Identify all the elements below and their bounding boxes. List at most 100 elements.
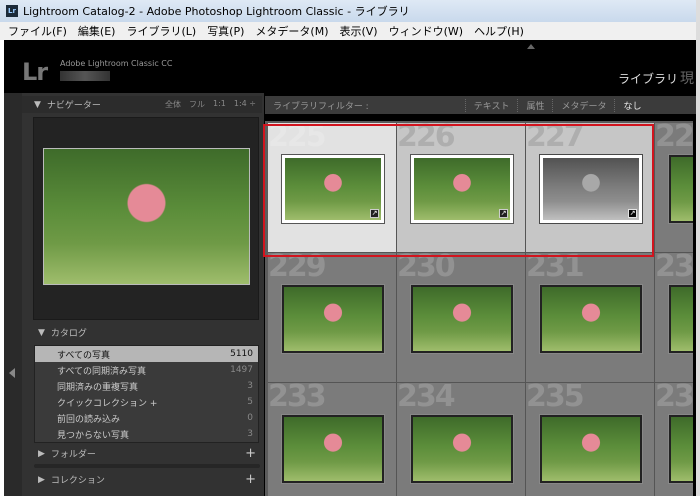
cell-index: 228 — [655, 123, 693, 154]
app-window: Lr Adobe Lightroom Classic CC ライブラリ 現 ▼ … — [4, 40, 696, 496]
zoom-1-4[interactable]: 1:4 ÷ — [234, 99, 256, 110]
develop-adjusted-badge-icon[interactable]: ↗ — [628, 209, 637, 218]
catalog-list: すべての写真 5110 すべての同期済み写真 1497 同期済みの重複写真 3 クイッ… — [34, 345, 259, 443]
item-count: 5 — [247, 397, 253, 407]
zoom-fit[interactable]: 全体 — [165, 99, 181, 110]
navigator-image — [43, 148, 250, 285]
menu-photo[interactable]: 写真(P) — [207, 23, 244, 39]
thumbnail[interactable] — [282, 285, 384, 353]
menu-bar: ファイル(F) 編集(E) ライブラリ(L) 写真(P) メタデータ(M) 表示… — [0, 22, 696, 40]
collapse-left-arrow-icon[interactable] — [9, 368, 15, 378]
grid-cell[interactable]: 230 — [397, 253, 526, 383]
cell-index: 230 — [397, 253, 456, 284]
grid-cell[interactable]: 236 — [655, 383, 693, 496]
grid-cell[interactable]: 233 — [268, 383, 397, 496]
grid-cell[interactable]: 232 — [655, 253, 693, 383]
add-collection-button[interactable]: + — [245, 472, 262, 487]
zoom-1-1[interactable]: 1:1 — [213, 99, 226, 110]
menu-window[interactable]: ウィンドウ(W) — [389, 23, 463, 39]
thumbnail[interactable]: ↗ — [410, 154, 514, 224]
filter-metadata[interactable]: メタデータ — [552, 98, 614, 112]
menu-edit[interactable]: 編集(E) — [78, 23, 116, 39]
catalog-header[interactable]: ▼ カタログ — [26, 324, 262, 341]
grid-cell[interactable]: 234 — [397, 383, 526, 496]
develop-adjusted-badge-icon[interactable]: ↗ — [370, 209, 379, 218]
thumbnail[interactable] — [540, 285, 642, 353]
catalog-item-quick-collection[interactable]: クイックコレクション + 5 — [35, 394, 258, 410]
item-label: すべての写真 — [57, 350, 111, 361]
cell-index: 233 — [268, 383, 327, 414]
collapse-top-panel-icon[interactable] — [527, 44, 535, 49]
grid-cell[interactable]: 228 — [655, 123, 693, 253]
grid-cell[interactable]: 231 — [526, 253, 655, 383]
library-filter-bar: ライブラリフィルター : テキスト 属性 メタデータ なし — [265, 96, 696, 114]
grid-cell[interactable]: 235 — [526, 383, 655, 496]
cell-index: 226 — [397, 123, 456, 154]
navigator-title: ナビゲーター — [46, 101, 101, 111]
triangle-down-icon: ▼ — [38, 327, 45, 338]
collections-title: コレクション — [50, 476, 105, 486]
thumbnail[interactable] — [669, 415, 693, 483]
folders-title: フォルダー — [50, 450, 96, 460]
window-title: Lightroom Catalog-2 - Adobe Photoshop Li… — [23, 5, 410, 18]
filter-text[interactable]: テキスト — [464, 98, 518, 112]
identity-plate-blurred — [60, 71, 110, 81]
navigator-preview[interactable] — [33, 117, 259, 320]
menu-view[interactable]: 表示(V) — [339, 23, 377, 39]
triangle-right-icon: ▶ — [38, 474, 45, 485]
cell-index: 232 — [655, 253, 693, 284]
item-count: 3 — [247, 381, 253, 391]
navigator-header[interactable]: ▼ ナビゲーター 全体 フル 1:1 1:4 ÷ — [22, 96, 262, 113]
menu-library[interactable]: ライブラリ(L) — [126, 23, 196, 39]
menu-file[interactable]: ファイル(F) — [8, 23, 67, 39]
folders-header[interactable]: ▶ フォルダー + — [26, 445, 262, 462]
catalog-item-synced-duplicates[interactable]: 同期済みの重複写真 3 — [35, 378, 258, 394]
cell-index: 235 — [526, 383, 585, 414]
add-folder-button[interactable]: + — [245, 446, 262, 461]
grid-cell[interactable]: 226 ↗ — [397, 123, 526, 253]
filter-none[interactable]: なし — [614, 98, 649, 112]
app-name: Adobe Lightroom Classic CC — [60, 59, 173, 68]
triangle-down-icon: ▼ — [34, 99, 41, 110]
grid-cell[interactable]: 229 — [268, 253, 397, 383]
app-icon: Lr — [6, 5, 18, 17]
thumbnail[interactable] — [540, 415, 642, 483]
cell-index: 229 — [268, 253, 327, 284]
catalog-item-synced[interactable]: すべての同期済み写真 1497 — [35, 362, 258, 378]
thumbnail[interactable] — [411, 415, 513, 483]
filter-attribute[interactable]: 属性 — [517, 98, 552, 112]
thumbnail[interactable] — [669, 285, 693, 353]
module-develop[interactable]: 現 — [680, 68, 694, 88]
collections-header[interactable]: ▶ コレクション + — [26, 471, 262, 488]
grid-cell[interactable]: 227 ↗ — [526, 123, 655, 253]
catalog-item-all-photos[interactable]: すべての写真 5110 — [35, 346, 258, 362]
thumbnail[interactable] — [669, 155, 693, 223]
thumbnail[interactable] — [282, 415, 384, 483]
menu-help[interactable]: ヘルプ(H) — [474, 23, 524, 39]
window-shadow — [696, 0, 700, 496]
cell-index: 227 — [526, 123, 585, 154]
item-label: すべての同期済み写真 — [57, 366, 147, 377]
cell-index: 236 — [655, 383, 693, 414]
cell-index: 231 — [526, 253, 585, 284]
item-count: 0 — [247, 413, 253, 423]
catalog-item-missing[interactable]: 見つからない写真 3 — [35, 426, 258, 442]
thumbnail[interactable] — [411, 285, 513, 353]
thumbnail[interactable]: ↗ — [281, 154, 385, 224]
cell-index: 234 — [397, 383, 456, 414]
grid-cell[interactable]: 225 ↗ — [268, 123, 397, 253]
item-count: 1497 — [230, 365, 253, 375]
item-label: 前回の読み込み — [57, 414, 121, 425]
catalog-item-previous-import[interactable]: 前回の読み込み 0 — [35, 410, 258, 426]
filter-label: ライブラリフィルター : — [273, 101, 369, 112]
thumbnail-grid: 225 ↗ 226 ↗ 227 ↗ 228 229 230 231 232 233 234 235 236 — [265, 121, 693, 496]
module-library[interactable]: ライブラリ — [618, 70, 678, 87]
logo: Lr — [22, 58, 48, 86]
menu-metadata[interactable]: メタデータ(M) — [255, 23, 328, 39]
left-panel-toggle-strip[interactable] — [4, 93, 22, 496]
zoom-fill[interactable]: フル — [189, 99, 205, 110]
panel-divider — [34, 464, 260, 468]
title-bar: Lr Lightroom Catalog-2 - Adobe Photoshop… — [0, 0, 696, 22]
develop-adjusted-badge-icon[interactable]: ↗ — [499, 209, 508, 218]
thumbnail[interactable]: ↗ — [539, 154, 643, 224]
